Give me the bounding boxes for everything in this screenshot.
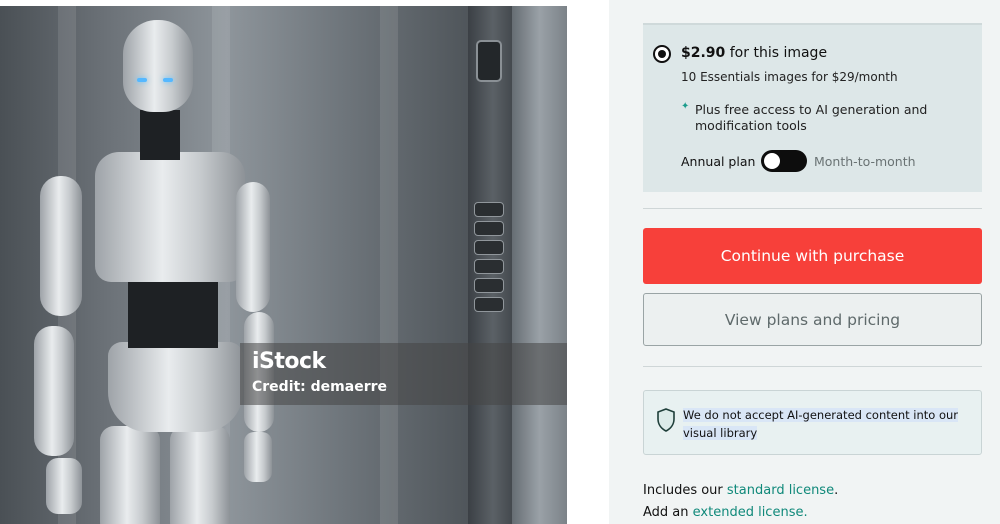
extended-license-link[interactable]: extended license. xyxy=(693,505,808,520)
robot-waist xyxy=(128,278,218,348)
robot-head xyxy=(123,20,193,112)
month-to-month-label: Month-to-month xyxy=(814,154,916,169)
robot-right-leg xyxy=(170,426,230,524)
watermark-logo: iStock xyxy=(252,349,326,374)
robot-left-forearm xyxy=(34,326,74,456)
robot-torso xyxy=(95,152,245,282)
extended-license-line: Add an extended license. xyxy=(643,505,808,520)
toggle-knob xyxy=(764,153,780,169)
robot-right-arm xyxy=(236,182,270,312)
standard-license-link[interactable]: standard license xyxy=(727,483,834,498)
billing-toggle[interactable] xyxy=(761,150,807,172)
stock-image[interactable]: iStock Credit: demaerre xyxy=(0,6,567,524)
view-plans-button[interactable]: View plans and pricing xyxy=(643,293,982,346)
license-prefix: Includes our xyxy=(643,483,723,498)
istock-watermark: iStock Credit: demaerre xyxy=(240,343,567,405)
ai-content-notice: We do not accept AI-generated content in… xyxy=(643,390,982,455)
plan-price-line: $2.90 for this image xyxy=(681,45,827,61)
plan-option-card[interactable]: $2.90 for this image 10 Essentials image… xyxy=(643,23,982,192)
divider xyxy=(643,366,982,367)
robot-neck xyxy=(140,110,180,160)
robot-figure xyxy=(0,6,567,524)
annual-plan-label: Annual plan xyxy=(681,154,756,169)
shield-icon xyxy=(657,408,675,432)
robot-left-arm xyxy=(40,176,82,316)
standard-license-line: Includes our standard license. xyxy=(643,483,838,498)
watermark-credit: Credit: demaerre xyxy=(252,379,388,395)
robot-left-leg xyxy=(100,426,160,524)
robot-hips xyxy=(108,342,243,432)
plan-price-suffix: for this image xyxy=(729,45,828,61)
robot-eye xyxy=(163,78,173,82)
continue-purchase-button[interactable]: Continue with purchase xyxy=(643,228,982,284)
notice-text-wrap: We do not accept AI-generated content in… xyxy=(683,406,963,442)
plan-radio-selected[interactable] xyxy=(653,45,671,63)
plan-price: $2.90 xyxy=(681,45,726,61)
robot-eye xyxy=(137,78,147,82)
sparkle-icon: ✦ xyxy=(681,101,690,112)
robot-left-hand xyxy=(46,458,82,514)
divider xyxy=(643,208,982,209)
license-suffix: . xyxy=(834,483,839,498)
notice-text: We do not accept AI-generated content in… xyxy=(683,408,959,440)
extended-prefix: Add an xyxy=(643,505,689,520)
ai-access-note: Plus free access to AI generation and mo… xyxy=(695,102,928,133)
robot-right-hand xyxy=(244,432,272,482)
plan-subscription: 10 Essentials images for $29/month xyxy=(681,70,898,84)
